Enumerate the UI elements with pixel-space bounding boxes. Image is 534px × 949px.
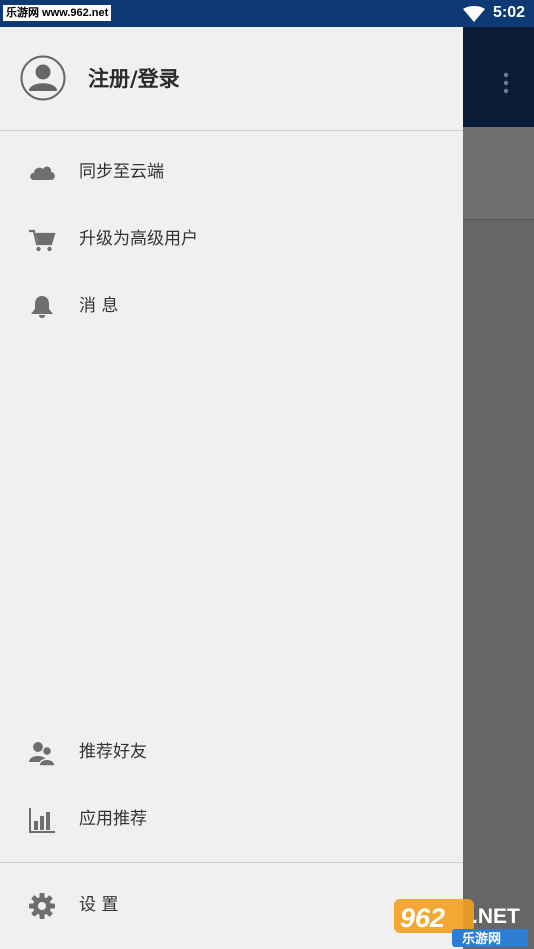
wifi-icon <box>463 6 485 22</box>
menu-item-label: 推荐好友 <box>79 742 147 762</box>
menu-item-recommend-friends[interactable]: 推荐好友 <box>0 723 463 783</box>
menu-item-label: 消 息 <box>79 296 119 316</box>
cloud-icon <box>30 166 55 180</box>
chart-icon <box>29 808 55 833</box>
status-bar: 乐游网 www.962.net 5:02 <box>0 0 534 27</box>
status-watermark-text: 乐游网 www.962.net <box>3 5 112 21</box>
divider <box>0 862 463 863</box>
svg-text:乐游网: 乐游网 <box>462 931 501 947</box>
menu-item-label: 设 置 <box>79 895 119 915</box>
gear-icon <box>29 893 55 919</box>
friends-icon <box>29 742 56 766</box>
menu-item-label: 同步至云端 <box>79 162 164 182</box>
cart-icon <box>29 229 56 252</box>
menu-item-label: 升级为高级用户 <box>79 229 198 249</box>
svg-text:.NET: .NET <box>472 905 520 928</box>
bell-icon <box>31 296 53 318</box>
site-watermark-logo: 962 .NET 乐游网 <box>394 899 528 947</box>
status-time: 5:02 <box>493 4 526 21</box>
overflow-menu-icon[interactable] <box>500 72 512 94</box>
menu-item-upgrade[interactable]: 升级为高级用户 <box>0 210 463 270</box>
drawer-header[interactable]: 注册/登录 <box>0 27 463 131</box>
avatar-icon <box>20 55 66 101</box>
svg-text:962: 962 <box>400 903 445 933</box>
menu-item-app-recommend[interactable]: 应用推荐 <box>0 790 463 850</box>
menu-item-label: 应用推荐 <box>79 809 147 829</box>
menu-item-messages[interactable]: 消 息 <box>0 277 463 337</box>
menu-item-sync-cloud[interactable]: 同步至云端 <box>0 143 463 203</box>
login-register-label[interactable]: 注册/登录 <box>88 63 180 93</box>
navigation-drawer: 注册/登录 同步至云端 升级为高级用户 消 息 推荐好友 应用推荐 设 置 <box>0 27 463 949</box>
